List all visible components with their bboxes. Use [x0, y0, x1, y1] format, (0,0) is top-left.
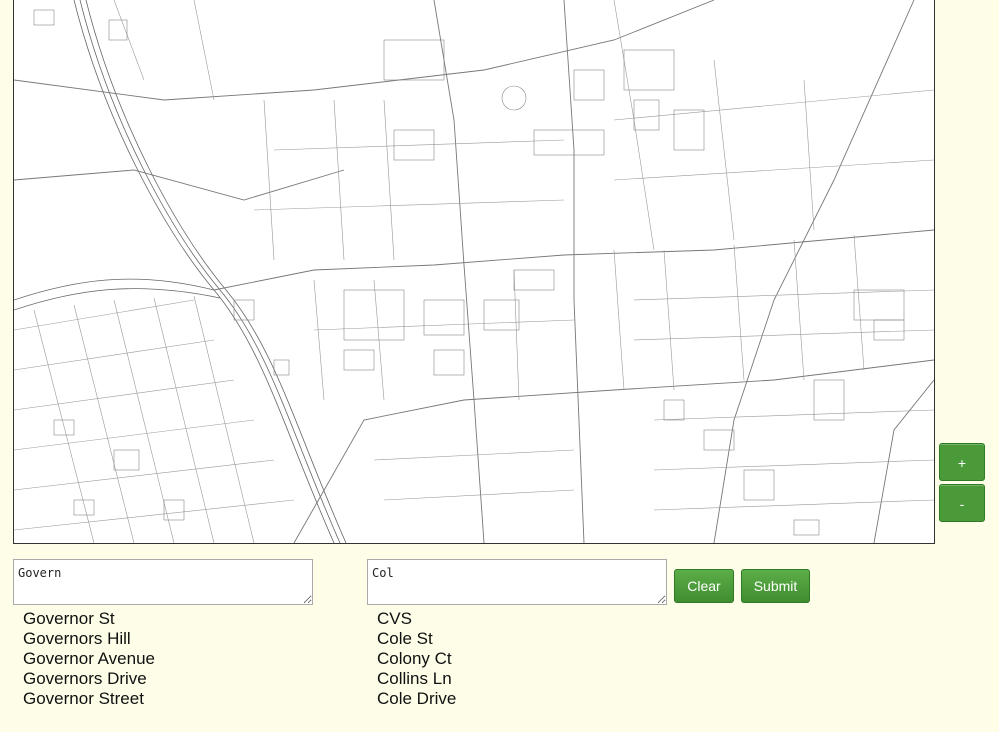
suggestion-item[interactable]: Governors Drive [23, 669, 155, 689]
to-location-input[interactable]: Col [367, 559, 667, 605]
zoom-out-button[interactable]: - [939, 484, 985, 522]
suggestion-item[interactable]: Governor Street [23, 689, 155, 709]
suggestion-item[interactable]: Governor Avenue [23, 649, 155, 669]
suggestion-item[interactable]: Governor St [23, 609, 155, 629]
downtown-grid [14, 295, 295, 543]
zoom-in-button[interactable]: + [939, 443, 985, 481]
railway-lines [14, 0, 347, 543]
suggestion-item[interactable]: Governors Hill [23, 629, 155, 649]
minor-streets [113, 0, 934, 511]
from-suggestions-list: Governor St Governors Hill Governor Aven… [23, 609, 155, 709]
from-location-input[interactable]: Govern [13, 559, 313, 605]
submit-button[interactable]: Submit [741, 569, 810, 603]
suggestion-item[interactable]: Cole St [377, 629, 456, 649]
street-map[interactable] [13, 0, 935, 544]
suggestion-item[interactable]: Collins Ln [377, 669, 456, 689]
suggestion-item[interactable]: CVS [377, 609, 456, 629]
to-suggestions-list: CVS Cole St Colony Ct Collins Ln Cole Dr… [377, 609, 456, 709]
clear-button[interactable]: Clear [674, 569, 734, 603]
suggestion-item[interactable]: Colony Ct [377, 649, 456, 669]
building-footprints [33, 9, 905, 536]
street-map-drawing [14, 0, 934, 543]
suggestion-item[interactable]: Cole Drive [377, 689, 456, 709]
